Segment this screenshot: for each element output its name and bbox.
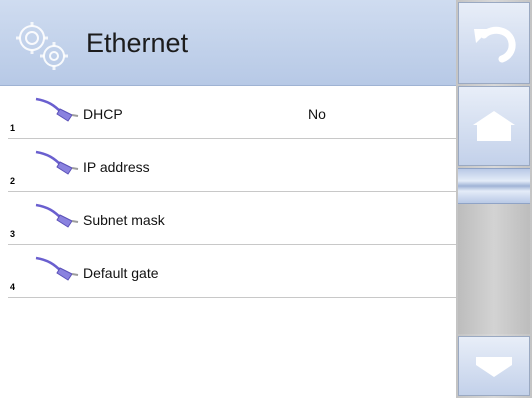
scroll-down-button[interactable] bbox=[458, 336, 530, 396]
network-cable-icon bbox=[35, 150, 79, 175]
item-label: Subnet mask bbox=[83, 212, 165, 228]
home-icon bbox=[473, 111, 515, 141]
back-arrow-icon bbox=[474, 26, 516, 63]
list-item-subnet-mask[interactable]: 3 Subnet mask bbox=[8, 192, 456, 245]
item-number: 1 bbox=[10, 123, 16, 133]
network-cable-icon bbox=[35, 97, 79, 122]
scrollbar[interactable] bbox=[458, 168, 530, 334]
item-number: 4 bbox=[10, 282, 16, 292]
item-value: No bbox=[308, 106, 326, 122]
item-number: 2 bbox=[10, 176, 16, 186]
scroll-thumb[interactable] bbox=[458, 168, 530, 204]
list-item-dhcp[interactable]: 1 DHCP No bbox=[8, 86, 456, 139]
settings-list: 1 DHCP No 2 IP address 3 Subnet mask 4 D… bbox=[0, 86, 456, 298]
home-button[interactable] bbox=[458, 86, 530, 166]
item-label: DHCP bbox=[83, 106, 123, 122]
network-cable-icon bbox=[35, 256, 79, 281]
page-title: Ethernet bbox=[86, 28, 189, 58]
item-label: Default gate bbox=[83, 265, 159, 281]
back-button[interactable] bbox=[458, 2, 530, 84]
gear-icon bbox=[16, 22, 68, 70]
item-label: IP address bbox=[83, 159, 150, 175]
list-item-ip-address[interactable]: 2 IP address bbox=[8, 139, 456, 192]
arrow-down-icon bbox=[476, 357, 512, 377]
list-item-default-gate[interactable]: 4 Default gate bbox=[8, 245, 456, 298]
network-cable-icon bbox=[35, 203, 79, 228]
sidebar bbox=[456, 0, 532, 398]
title-bar: Ethernet bbox=[0, 0, 456, 86]
item-number: 3 bbox=[10, 229, 16, 239]
